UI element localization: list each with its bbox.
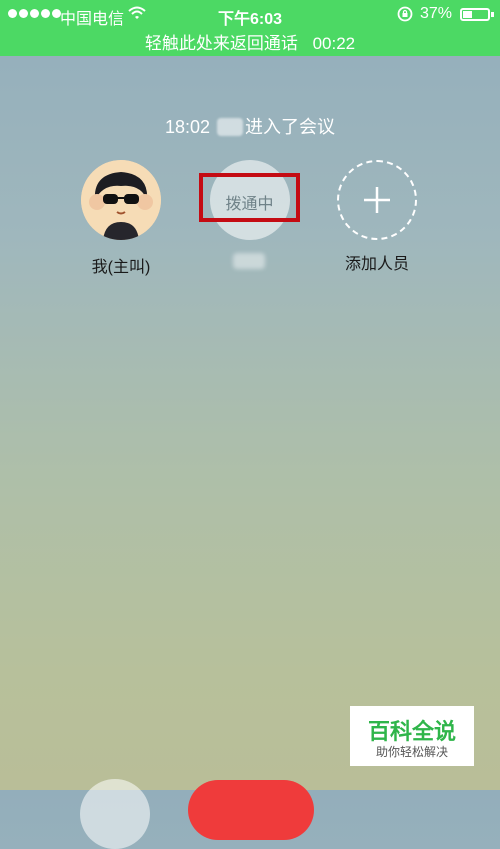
me-caller-label: 我(主叫) bbox=[91, 259, 151, 276]
hangup-button[interactable] bbox=[188, 780, 314, 840]
status-row: 中国电信 下午6:03 37% bbox=[0, 0, 500, 28]
join-message-text: 进入了会议 bbox=[245, 117, 336, 137]
join-time: 18:02 bbox=[164, 117, 211, 137]
plus-icon bbox=[364, 187, 390, 213]
rotation-lock-icon bbox=[397, 6, 413, 22]
watermark-logo: 百科全说 助你轻松解决 bbox=[350, 706, 474, 766]
battery-tip bbox=[491, 12, 494, 17]
add-participant-button[interactable] bbox=[337, 160, 417, 240]
dialing-status: 拨通中 bbox=[225, 196, 274, 213]
add-participant-label: 添加人员 bbox=[344, 256, 409, 273]
watermark-title: 百科全说 bbox=[367, 719, 456, 744]
avatar[interactable] bbox=[81, 160, 161, 240]
return-to-call-banner[interactable]: 轻触此处来返回通话 00:22 bbox=[0, 29, 500, 54]
status-bar: 中国电信 下午6:03 37% 轻触此处来返回通话 00:22 bbox=[0, 0, 500, 56]
watermark-subtitle: 助你轻松解决 bbox=[375, 745, 448, 759]
redacted-callee-name bbox=[233, 253, 265, 269]
battery-percent: 37% bbox=[420, 5, 453, 22]
return-call-text: 轻触此处来返回通话 bbox=[144, 34, 298, 53]
call-duration: 00:22 bbox=[312, 34, 356, 53]
conference-join-message: 18:02 进入了会议 bbox=[0, 113, 500, 139]
battery-icon bbox=[460, 8, 490, 21]
redacted-name bbox=[217, 118, 244, 136]
cartoon-avatar-icon bbox=[81, 160, 161, 240]
